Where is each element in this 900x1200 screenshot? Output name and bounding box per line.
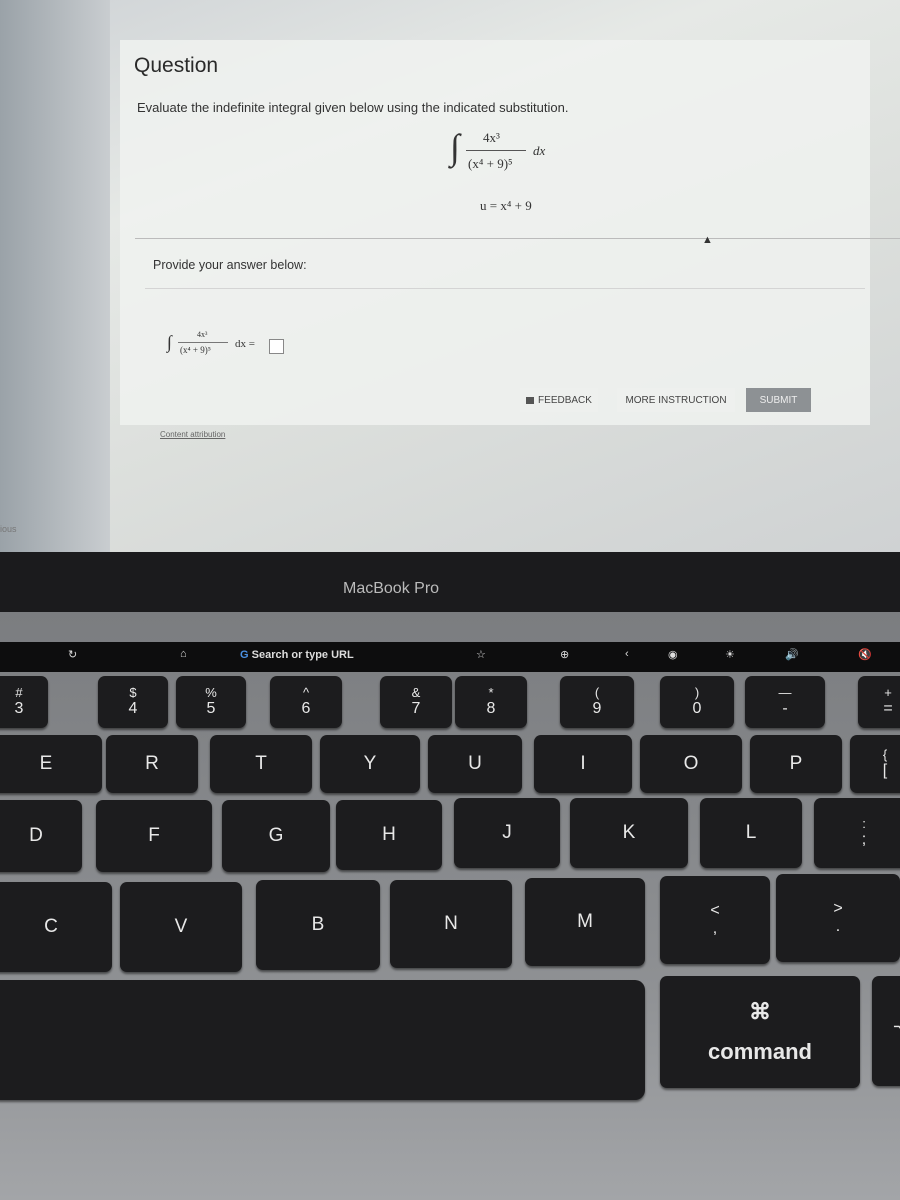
volume-icon[interactable]: 🔊 bbox=[785, 648, 799, 661]
key-bracket[interactable]: {[ bbox=[850, 735, 900, 793]
key-5[interactable]: % 5 bbox=[176, 676, 246, 728]
brand-label: MacBook Pro bbox=[343, 580, 440, 597]
integral-sign: ∫ bbox=[450, 127, 460, 167]
key-comma[interactable]: <, bbox=[660, 876, 770, 964]
siri-icon[interactable]: ◉ bbox=[668, 648, 678, 661]
key-command[interactable]: ⌘ command bbox=[660, 976, 860, 1088]
key-d[interactable]: D bbox=[0, 800, 82, 872]
key-m[interactable]: M bbox=[525, 878, 645, 966]
question-text: Evaluate the indefinite integral given b… bbox=[137, 100, 569, 115]
new-tab-icon[interactable]: ⊕ bbox=[560, 648, 569, 661]
touchbar-url-field[interactable]: G Search or type URL bbox=[240, 649, 354, 661]
screen-bezel bbox=[0, 552, 900, 612]
substitution: u = x⁴ + 9 bbox=[480, 198, 532, 213]
key-i[interactable]: I bbox=[534, 735, 632, 793]
key-0[interactable]: ) 0 bbox=[660, 676, 734, 728]
key-o[interactable]: O bbox=[640, 735, 742, 793]
integral-denominator: (x⁴ + 9)⁵ bbox=[468, 156, 513, 171]
touch-bar[interactable] bbox=[0, 642, 900, 672]
sidebar bbox=[0, 0, 110, 552]
previous-link[interactable]: ious bbox=[0, 524, 17, 534]
answer-integral-sign: ∫ bbox=[167, 332, 172, 352]
key-v[interactable]: V bbox=[120, 882, 242, 972]
mute-icon[interactable]: 🔇 bbox=[858, 648, 872, 661]
key-y[interactable]: Y bbox=[320, 735, 420, 793]
key-period[interactable]: >. bbox=[776, 874, 900, 962]
key-k[interactable]: K bbox=[570, 798, 688, 868]
key-u[interactable]: U bbox=[428, 735, 522, 793]
question-card bbox=[120, 40, 870, 425]
key-l[interactable]: L bbox=[700, 798, 802, 868]
reload-icon[interactable]: ↻ bbox=[68, 648, 77, 661]
space-bar[interactable] bbox=[0, 980, 645, 1100]
integral-numerator: 4x³ bbox=[483, 130, 500, 145]
key-c[interactable]: C bbox=[0, 882, 112, 972]
feedback-button[interactable]: FEEDBACK bbox=[520, 388, 598, 412]
answer-numerator: 4x³ bbox=[197, 330, 208, 339]
key-n[interactable]: N bbox=[390, 880, 512, 968]
key-8[interactable]: * 8 bbox=[455, 676, 527, 728]
key-minus[interactable]: — - bbox=[745, 676, 825, 728]
key-g[interactable]: G bbox=[222, 800, 330, 872]
option-icon: ⌥ bbox=[893, 1022, 900, 1040]
integral-dx: dx bbox=[533, 143, 546, 158]
answer-dx: dx = bbox=[235, 338, 255, 350]
key-6[interactable]: ^ 6 bbox=[270, 676, 342, 728]
command-icon: ⌘ bbox=[749, 999, 771, 1024]
home-icon[interactable]: ⌂ bbox=[180, 648, 187, 660]
key-e[interactable]: E bbox=[0, 735, 102, 793]
key-equals[interactable]: + = bbox=[858, 676, 900, 728]
submit-button[interactable]: SUBMIT bbox=[746, 388, 811, 412]
key-semicolon[interactable]: :; bbox=[814, 798, 900, 868]
brightness-icon[interactable]: ☀ bbox=[725, 648, 735, 661]
key-p[interactable]: P bbox=[750, 735, 842, 793]
answer-denominator: (x⁴ + 9)⁵ bbox=[180, 345, 211, 355]
bookmark-star-icon[interactable]: ☆ bbox=[476, 648, 486, 661]
question-title: Question bbox=[134, 54, 219, 77]
key-t[interactable]: T bbox=[210, 735, 312, 793]
google-icon: G bbox=[240, 649, 252, 661]
answer-input[interactable] bbox=[269, 339, 284, 354]
key-j[interactable]: J bbox=[454, 798, 560, 868]
key-h[interactable]: H bbox=[336, 800, 442, 870]
content-attribution-link[interactable]: Content attribution bbox=[160, 430, 225, 439]
provide-label: Provide your answer below: bbox=[153, 258, 307, 272]
screen: ious Question Evaluate the indefinite in… bbox=[0, 0, 900, 552]
collapse-icon[interactable]: ‹ bbox=[625, 648, 629, 660]
key-option[interactable]: ⌥ bbox=[872, 976, 900, 1086]
key-9[interactable]: (9 bbox=[560, 676, 634, 728]
key-f[interactable]: F bbox=[96, 800, 212, 872]
key-7[interactable]: & 7 bbox=[380, 676, 452, 728]
key-4[interactable]: $4 bbox=[98, 676, 168, 728]
key-3[interactable]: #3 bbox=[0, 676, 48, 728]
key-b[interactable]: B bbox=[256, 880, 380, 970]
more-instruction-button[interactable]: MORE INSTRUCTION bbox=[617, 388, 735, 412]
key-r[interactable]: R bbox=[106, 735, 198, 793]
feedback-icon bbox=[526, 396, 535, 404]
mouse-cursor-icon: ▲ bbox=[702, 234, 713, 246]
